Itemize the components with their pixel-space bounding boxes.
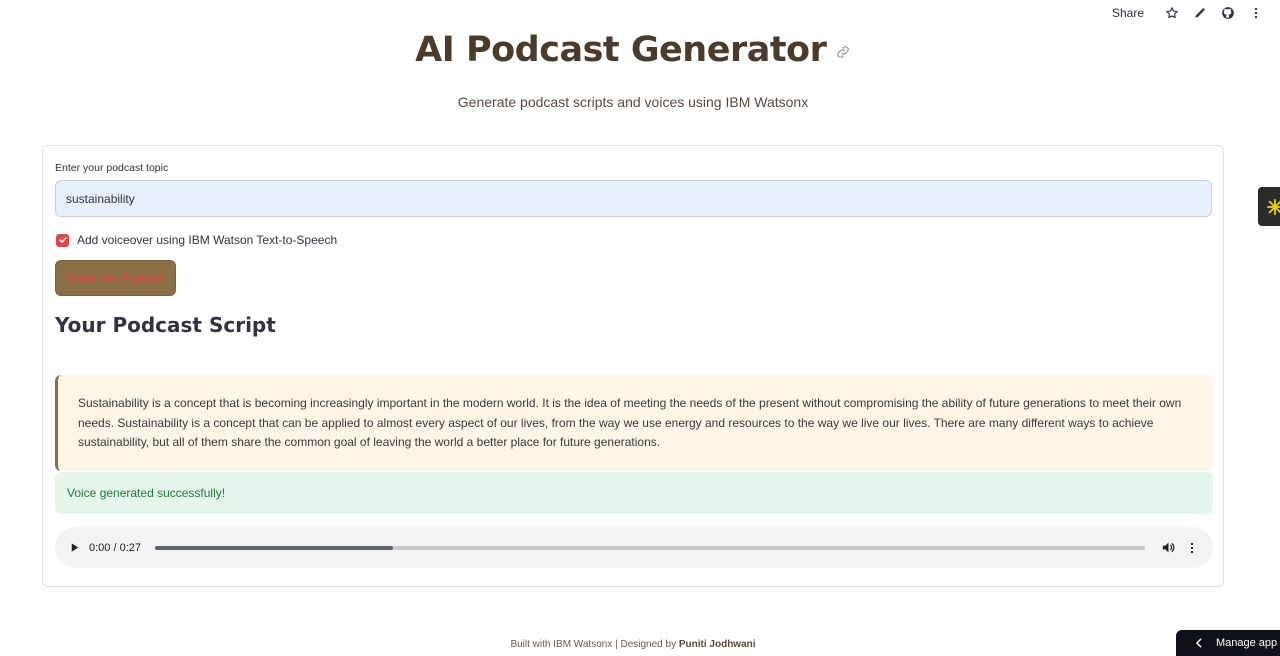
volume-icon[interactable] [1159, 539, 1177, 557]
success-message: Voice generated successfully! [55, 472, 1213, 514]
share-button[interactable]: Share [1112, 6, 1144, 20]
footer-author: Puniti Jodhwani [678, 639, 756, 650]
voiceover-label: Add voiceover using IBM Watson Text-to-S… [77, 233, 338, 247]
footer-text: Built with IBM Watsonx | Designed by [510, 639, 679, 650]
kebab-menu-icon[interactable] [1242, 4, 1270, 22]
star-icon[interactable] [1158, 4, 1186, 22]
topic-input[interactable] [55, 180, 1212, 217]
page-subtitle: Generate podcast scripts and voices usin… [457, 94, 809, 110]
side-widget[interactable] [1258, 187, 1280, 226]
pencil-icon[interactable] [1186, 4, 1214, 22]
footer: Built with IBM Watsonx | Designed by Pun… [0, 639, 1266, 650]
voiceover-checkbox-row[interactable]: Add voiceover using IBM Watson Text-to-S… [56, 233, 337, 247]
github-icon[interactable] [1214, 4, 1242, 22]
link-icon[interactable] [835, 44, 851, 60]
script-section-title: Your Podcast Script [55, 313, 276, 337]
manage-app-label: Manage app [1216, 637, 1278, 649]
top-toolbar: Share [1112, 4, 1270, 22]
podcast-form: Enter your podcast topic Add voiceover u… [42, 145, 1224, 587]
play-icon[interactable] [65, 539, 83, 557]
checkmark-icon [58, 237, 67, 243]
success-text: Voice generated successfully! [67, 486, 226, 500]
page-header: AI Podcast Generator [0, 30, 1266, 70]
audio-more-icon[interactable] [1183, 539, 1201, 557]
sparkle-icon [1266, 198, 1280, 215]
audio-buffered-fill [155, 545, 393, 550]
chevron-left-icon [1196, 638, 1202, 648]
page-title: AI Podcast Generator [415, 30, 827, 70]
generate-podcast-button[interactable]: Generate Podcast [55, 260, 176, 296]
manage-app-button[interactable]: Manage app [1176, 630, 1280, 656]
topic-label: Enter your podcast topic [55, 162, 169, 174]
audio-progress-track[interactable] [155, 545, 1145, 550]
audio-player: 0:00 / 0:27 [55, 527, 1213, 568]
podcast-script: Sustainability is a concept that is beco… [55, 375, 1213, 471]
audio-time: 0:00 / 0:27 [89, 541, 141, 554]
voiceover-checkbox[interactable] [56, 233, 69, 247]
